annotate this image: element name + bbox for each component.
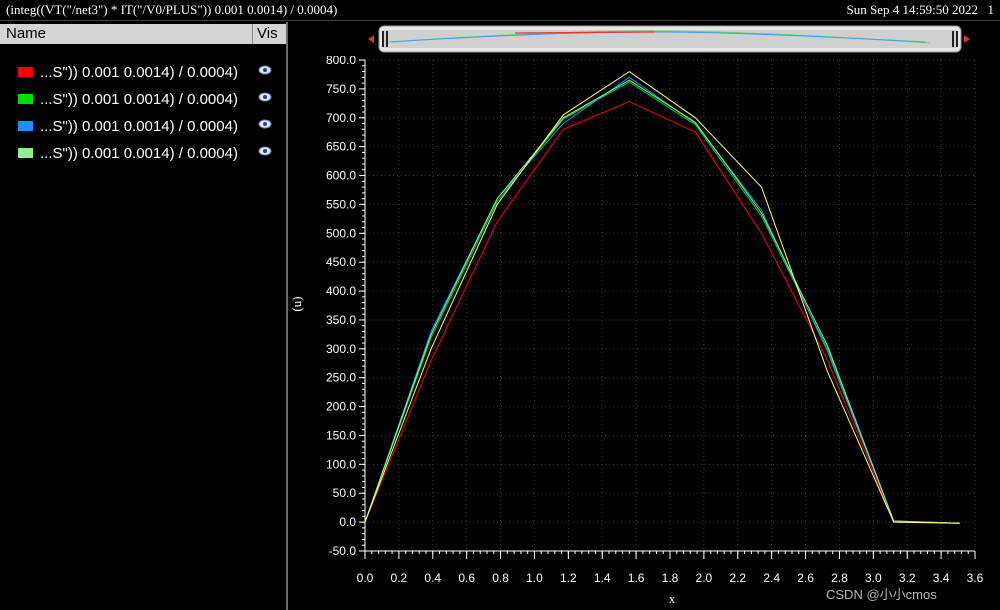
x-tick-label: 2.8 <box>831 571 848 585</box>
series-line[interactable] <box>364 79 960 524</box>
legend-item[interactable]: ...S")) 0.001 0.0014) / 0.0004) <box>18 62 280 84</box>
x-tick-label: 3.6 <box>967 571 984 585</box>
x-tick-label: 2.2 <box>729 571 746 585</box>
window-page-number: 1 <box>987 2 995 17</box>
y-axis-label: (u) <box>289 296 304 311</box>
x-tick-label: 3.0 <box>865 571 882 585</box>
y-tick-label: 450.0 <box>326 255 356 269</box>
zoom-scroll-band[interactable] <box>365 24 973 54</box>
y-tick-label: -50.0 <box>329 544 357 558</box>
legend-item-label: ...S")) 0.001 0.0014) / 0.0004) <box>40 118 238 135</box>
watermark: CSDN @小小cmos <box>826 587 937 602</box>
x-tick-label: 0.8 <box>492 571 509 585</box>
legend-swatch <box>18 67 33 77</box>
y-tick-label: 650.0 <box>326 140 356 154</box>
legend-swatch <box>18 94 33 104</box>
eye-icon[interactable] <box>258 119 272 129</box>
x-tick-label: 2.6 <box>797 571 814 585</box>
y-tick-label: 100.0 <box>326 457 356 471</box>
x-tick-label: 3.2 <box>899 571 916 585</box>
x-tick-label: 1.8 <box>662 571 679 585</box>
y-tick-label: 550.0 <box>326 197 356 211</box>
legend-swatch <box>18 148 33 158</box>
eye-icon[interactable] <box>258 92 272 102</box>
window-datetime: Sun Sep 4 14:59:50 2022 <box>846 2 978 17</box>
x-tick-label: 0.4 <box>424 571 441 585</box>
series-group <box>364 70 960 524</box>
scroll-left-arrow-icon[interactable] <box>368 35 374 43</box>
x-tick-label: 1.2 <box>560 571 577 585</box>
window-title: (integ((VT("/net3") * IT("/V0/PLUS")) 0.… <box>6 2 338 17</box>
y-tick-label: 50.0 <box>333 486 357 500</box>
x-tick-label: 1.0 <box>526 571 543 585</box>
x-axis-label: x <box>669 591 676 606</box>
y-tick-label: 400.0 <box>326 284 356 298</box>
legend-item[interactable]: ...S")) 0.001 0.0014) / 0.0004) <box>18 89 280 111</box>
y-tick-label: 200.0 <box>326 400 356 414</box>
y-tick-label: 0.0 <box>339 515 356 529</box>
legend-item[interactable]: ...S")) 0.001 0.0014) / 0.0004) <box>18 143 280 165</box>
grid <box>364 59 976 552</box>
legend-item-label: ...S")) 0.001 0.0014) / 0.0004) <box>40 145 238 162</box>
y-tick-label: 150.0 <box>326 428 356 442</box>
legend-item-label: ...S")) 0.001 0.0014) / 0.0004) <box>40 91 238 108</box>
x-tick-label: 0.6 <box>458 571 475 585</box>
legend-header-divider <box>252 24 253 44</box>
y-tick-label: 600.0 <box>326 169 356 183</box>
series-line[interactable] <box>364 76 960 524</box>
x-tick-label: 0.2 <box>391 571 408 585</box>
title-bar: (integ((VT("/net3") * IT("/V0/PLUS")) 0.… <box>0 0 1000 21</box>
waveform-plot[interactable]: 0.0 0.2 0.4 0.6 0.8 1.0 1.2 1.4 1.6 1.8 2.0 2.2 2.4 2… <box>288 56 1000 608</box>
y-tick-label: 250.0 <box>326 371 356 385</box>
legend-header-vis[interactable]: Vis <box>257 25 278 42</box>
eye-icon[interactable] <box>258 146 272 156</box>
scroll-right-arrow-icon[interactable] <box>964 35 970 43</box>
legend-item-label: ...S")) 0.001 0.0014) / 0.0004) <box>40 64 238 81</box>
x-tick-label: 2.0 <box>696 571 713 585</box>
y-tick-label: 350.0 <box>326 313 356 327</box>
legend-panel: Name Vis ...S")) 0.001 0.0014) / 0.0004)… <box>0 22 288 610</box>
x-tick-label: 1.4 <box>594 571 611 585</box>
y-tick-label: 800.0 <box>326 56 356 67</box>
legend-item[interactable]: ...S")) 0.001 0.0014) / 0.0004) <box>18 116 280 138</box>
axes <box>364 60 975 552</box>
eye-icon[interactable] <box>258 65 272 75</box>
legend-swatch <box>18 121 33 131</box>
y-tick-label: 750.0 <box>326 82 356 96</box>
y-tick-label: 300.0 <box>326 342 356 356</box>
legend-header-name[interactable]: Name <box>6 25 46 42</box>
x-tick-label: 0.0 <box>357 571 374 585</box>
y-tick-label: 700.0 <box>326 111 356 125</box>
series-line[interactable] <box>364 81 960 524</box>
legend-header: Name Vis <box>0 24 286 44</box>
x-tick-label: 1.6 <box>628 571 645 585</box>
y-tick-label: 500.0 <box>326 226 356 240</box>
series-line[interactable] <box>364 70 960 524</box>
ticks: 0.0 0.2 0.4 0.6 0.8 1.0 1.2 1.4 1.6 1.8 2.0 2.2 2.4 2… <box>326 56 984 585</box>
x-tick-label: 2.4 <box>763 571 780 585</box>
x-tick-label: 3.4 <box>933 571 950 585</box>
